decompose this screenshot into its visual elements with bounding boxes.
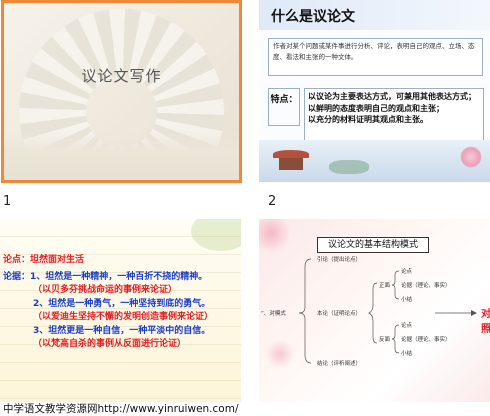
summary-label: 小结 [401,297,413,303]
body-label: 本论（证明论点） [317,311,362,317]
slide-thumbnail-2[interactable]: 什么是议论文 作者对某个问题或某件事进行分析、评论，表明自己的观点、立场、态度、… [259,0,490,182]
flower-decoration [460,146,482,168]
arrow-head [471,310,477,316]
features-label: 特点： [268,88,300,126]
feature-item: 以鲜明的态度表明自己的观点和主张； [308,103,444,113]
footer-watermark: 中学语文教学资源网http://www.yinruiwen.com/ [3,403,239,415]
definition-box: 作者对某个问题或某件事进行分析、评论，表明自己的观点、立场、态度、看法和主张的一… [268,38,483,76]
slide-title: 议论文写作 [81,67,162,85]
feature-item: 以充分的材料证明其观点和主张。 [308,115,428,124]
main-bracket [298,258,312,364]
argument-example: （以梵高自杀的事例从反面进行论证） [33,339,187,349]
point-label: 论点 [401,323,413,329]
tree-decoration [329,160,369,174]
intro-label: 引论（提出论点） [317,257,362,263]
argument-example: （以贝多芬挑战命运的事例来论证） [33,285,178,295]
model-label: “、对模式 [261,311,286,317]
negative-label: 反面 [379,337,391,343]
point-label: 论点 [401,269,413,275]
argument-label: 论据： [3,272,31,282]
evidence-label: 论据（理论、事实） [401,283,451,289]
slide-thumbnail-1[interactable]: 议论文写作 [1,0,242,183]
thesis-label: 论点： [3,255,31,265]
positive-label: 正面 [379,283,391,289]
argument-3: 3、坦然更是一种自信，一种平淡中的自信。 [33,326,211,336]
argument-1: 论据：1、坦然是一种精神，一种百折不挠的精神。 [3,269,207,282]
slide-number-2: 2 [268,194,277,209]
body-bracket [368,282,378,344]
structure-diagram [298,258,477,364]
positive-bracket [391,270,400,300]
slide-title: 什么是议论文 [271,9,355,25]
argument-claim: 1、坦然是一种精神，一种百折不挠的精神。 [30,272,208,282]
summary-label: 小结 [401,351,413,357]
argument-example: （以爱迪生坚持不懈的发明创造事例来论证） [33,312,214,322]
thesis-line: 论点：坦然面对生活 [3,252,84,265]
features-box: 以议论为主要表达方式，可兼用其他表达方式； 以鲜明的态度表明自己的观点和主张； … [304,88,484,146]
slide-thumbnail-3[interactable]: 论点：坦然面对生活 论据：1、坦然是一种精神，一种百折不挠的精神。 （以贝多芬挑… [0,219,241,402]
slide-number-1: 1 [3,194,12,209]
argument-2: 2、坦然是一种勇气，一种坚持到底的勇气。 [33,299,211,309]
fan-shadow [4,131,239,180]
pavilion-base [279,158,303,170]
negative-bracket [391,324,400,354]
conclusion-label: 结论（评析阐述） [317,361,362,367]
pavilion-icon [273,150,309,158]
thesis-text: 坦然面对生活 [30,255,85,265]
slide-thumbnail-4[interactable]: 议论文的基本结构模式 引论（提出论点） “、对模式 本论（证明论点） 正面 反面… [259,219,490,402]
evidence-label: 论据（理论、事实） [401,337,451,343]
contrast-label: 对照 [481,309,490,335]
feature-item: 以议论为主要表达方式，可兼用其他表达方式； [308,92,476,101]
